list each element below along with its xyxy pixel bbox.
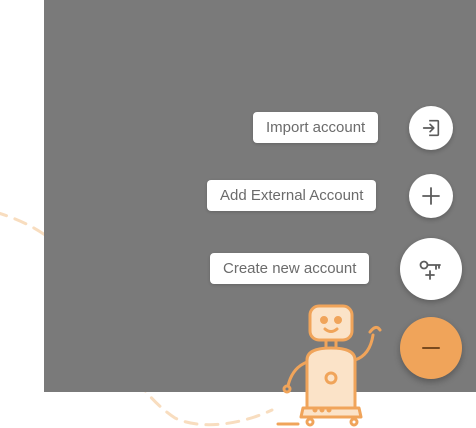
create-new-account-label[interactable]: Create new account	[210, 253, 370, 284]
add-external-account-button[interactable]	[409, 174, 453, 218]
import-account-button[interactable]	[409, 106, 453, 150]
robot-mascot-illustration	[276, 304, 382, 427]
import-icon	[422, 119, 440, 137]
plus-icon	[422, 187, 440, 205]
import-account-label[interactable]: Import account	[253, 112, 379, 143]
create-new-account-button[interactable]	[400, 238, 462, 300]
add-external-account-label[interactable]: Add External Account	[207, 180, 377, 211]
minus-icon	[422, 347, 440, 349]
key-icon	[419, 260, 441, 280]
collapse-menu-button[interactable]	[400, 317, 462, 379]
